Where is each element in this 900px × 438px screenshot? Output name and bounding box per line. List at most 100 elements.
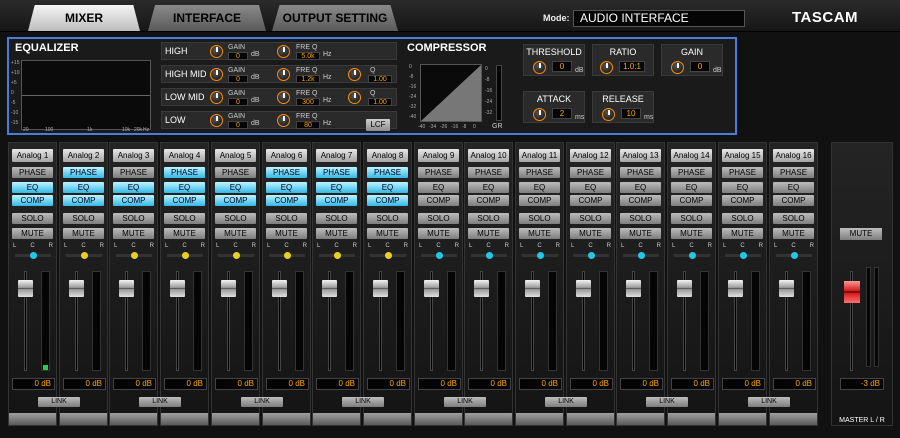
tab-mixer[interactable]: MIXER [28, 5, 140, 31]
fader-db-value[interactable]: 0 dB [113, 378, 156, 390]
pan-slider[interactable] [167, 252, 203, 259]
phase-button[interactable]: PHASE [113, 167, 154, 178]
solo-button[interactable]: SOLO [468, 213, 509, 224]
link-button[interactable]: LINK [342, 397, 384, 407]
fader-db-value[interactable]: 0 dB [12, 378, 55, 390]
link-button[interactable]: LINK [38, 397, 80, 407]
fader-db-value[interactable]: 0 dB [468, 378, 511, 390]
channel-name-button[interactable]: Analog 5 [215, 149, 256, 162]
solo-button[interactable]: SOLO [671, 213, 712, 224]
fader-knob[interactable] [272, 280, 287, 297]
solo-button[interactable]: SOLO [113, 213, 154, 224]
comp-button[interactable]: COMP [620, 195, 661, 206]
channel-name-button[interactable]: Analog 11 [519, 149, 560, 162]
eq-freq-value[interactable]: 5.0k [296, 52, 320, 60]
mute-button[interactable]: MUTE [722, 228, 763, 239]
fader-knob[interactable] [677, 280, 692, 297]
solo-button[interactable]: SOLO [519, 213, 560, 224]
eq-freq-knob[interactable] [277, 45, 290, 58]
solo-button[interactable]: SOLO [316, 213, 357, 224]
tab-interface[interactable]: INTERFACE [148, 5, 266, 31]
channel-name-button[interactable]: Analog 10 [468, 149, 509, 162]
eq-q-value[interactable]: 1.00 [368, 75, 392, 83]
link-button[interactable]: LINK [241, 397, 283, 407]
fader-db-value[interactable]: 0 dB [63, 378, 106, 390]
pan-slider[interactable] [15, 252, 51, 259]
link-button[interactable]: LINK [139, 397, 181, 407]
pan-slider[interactable] [421, 252, 457, 259]
mute-button[interactable]: MUTE [215, 228, 256, 239]
comp-button[interactable]: COMP [113, 195, 154, 206]
channel-name-button[interactable]: Analog 4 [164, 149, 205, 162]
fader-knob[interactable] [18, 280, 33, 297]
pan-slider[interactable] [725, 252, 761, 259]
mute-button[interactable]: MUTE [367, 228, 408, 239]
fader-db-value[interactable]: 0 dB [671, 378, 714, 390]
fader-knob[interactable] [728, 280, 743, 297]
pan-slider[interactable] [66, 252, 102, 259]
eq-button[interactable]: EQ [620, 182, 661, 193]
solo-button[interactable]: SOLO [164, 213, 205, 224]
eq-q-knob[interactable] [348, 91, 361, 104]
pan-knob[interactable] [588, 252, 595, 259]
eq-freq-knob[interactable] [277, 114, 290, 127]
comp-button[interactable]: COMP [164, 195, 205, 206]
channel-name-button[interactable]: Analog 12 [570, 149, 611, 162]
fader-knob[interactable] [576, 280, 591, 297]
eq-button[interactable]: EQ [773, 182, 814, 193]
phase-button[interactable]: PHASE [164, 167, 205, 178]
eq-q-value[interactable]: 1.00 [368, 98, 392, 106]
eq-button[interactable]: EQ [570, 182, 611, 193]
link-button[interactable]: LINK [748, 397, 790, 407]
pan-knob[interactable] [81, 252, 88, 259]
eq-button[interactable]: EQ [12, 182, 53, 193]
solo-button[interactable]: SOLO [266, 213, 307, 224]
eq-button[interactable]: EQ [63, 182, 104, 193]
pan-knob[interactable] [436, 252, 443, 259]
comp-button[interactable]: COMP [367, 195, 408, 206]
solo-button[interactable]: SOLO [215, 213, 256, 224]
pan-knob[interactable] [233, 252, 240, 259]
channel-name-button[interactable]: Analog 1 [12, 149, 53, 162]
fader-db-value[interactable]: 0 dB [164, 378, 207, 390]
phase-button[interactable]: PHASE [316, 167, 357, 178]
eq-button[interactable]: EQ [367, 182, 408, 193]
phase-button[interactable]: PHASE [266, 167, 307, 178]
phase-button[interactable]: PHASE [773, 167, 814, 178]
eq-button[interactable]: EQ [113, 182, 154, 193]
attack-knob[interactable] [533, 108, 546, 121]
phase-button[interactable]: PHASE [519, 167, 560, 178]
channel-name-button[interactable]: Analog 3 [113, 149, 154, 162]
pan-slider[interactable] [471, 252, 507, 259]
channel-name-button[interactable]: Analog 7 [316, 149, 357, 162]
mute-button[interactable]: MUTE [519, 228, 560, 239]
tab-output-setting[interactable]: OUTPUT SETTING [272, 5, 398, 31]
pan-knob[interactable] [30, 252, 37, 259]
phase-button[interactable]: PHASE [722, 167, 763, 178]
lcf-button[interactable]: LCF [366, 119, 390, 131]
fader-db-value[interactable]: 0 dB [367, 378, 410, 390]
fader-db-value[interactable]: 0 dB [570, 378, 613, 390]
pan-slider[interactable] [116, 252, 152, 259]
pan-slider[interactable] [776, 252, 812, 259]
phase-button[interactable]: PHASE [367, 167, 408, 178]
ratio-knob[interactable] [600, 61, 613, 74]
mute-button[interactable]: MUTE [418, 228, 459, 239]
eq-freq-knob[interactable] [277, 68, 290, 81]
pan-slider[interactable] [218, 252, 254, 259]
channel-name-button[interactable]: Analog 16 [773, 149, 814, 162]
channel-name-button[interactable]: Analog 6 [266, 149, 307, 162]
fader-db-value[interactable]: 0 dB [215, 378, 258, 390]
threshold-value[interactable]: 0 [552, 61, 572, 72]
comp-button[interactable]: COMP [722, 195, 763, 206]
fader-knob[interactable] [119, 280, 134, 297]
link-button[interactable]: LINK [646, 397, 688, 407]
eq-button[interactable]: EQ [215, 182, 256, 193]
attack-value[interactable]: 2 [552, 108, 572, 119]
eq-button[interactable]: EQ [671, 182, 712, 193]
pan-slider[interactable] [674, 252, 710, 259]
mute-button[interactable]: MUTE [12, 228, 53, 239]
fader-knob[interactable] [779, 280, 794, 297]
eq-button[interactable]: EQ [164, 182, 205, 193]
pan-knob[interactable] [385, 252, 392, 259]
